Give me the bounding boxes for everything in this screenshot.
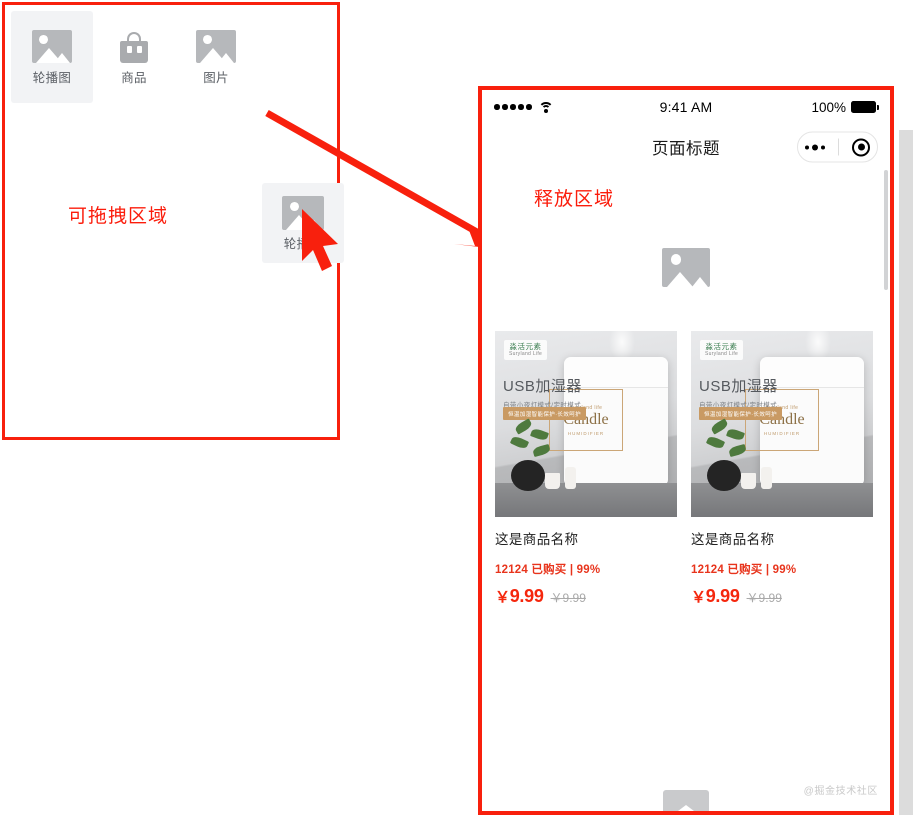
- goods-original-price: ￥9.99: [550, 591, 586, 605]
- leaf-icon: [529, 427, 550, 442]
- goods-card[interactable]: Suryland life Candle HUMIDIFIER 淼活元素 Sur…: [691, 331, 873, 607]
- goods-image: Suryland life Candle HUMIDIFIER 淼活元素 Sur…: [495, 331, 677, 517]
- leaf-icon: [725, 427, 746, 442]
- capsule-divider: [837, 138, 839, 156]
- goods-price: ￥9.99: [691, 586, 740, 607]
- goods-sales-meta: 12124 已购买 | 99%: [691, 564, 797, 576]
- goods-original-price: ￥9.99: [746, 591, 782, 605]
- more-dots-icon[interactable]: [804, 144, 825, 150]
- currency-symbol: ￥: [495, 589, 510, 606]
- dragging-ghost-carousel[interactable]: 轮播图: [262, 183, 344, 263]
- cup-decoration: [565, 467, 576, 489]
- phone-screen: 9:41 AM 100% 页面标题 释放区域 life HUMIDIFIER 淼…: [482, 90, 890, 811]
- brand-en-text: Suryland Life: [509, 350, 543, 357]
- goods-name: 这是商品名称: [495, 532, 579, 547]
- medallion-sub-text: HUMIDIFIER: [763, 430, 801, 436]
- banner-placeholder-slot[interactable]: [482, 219, 890, 315]
- screenshot-root: 轮播图 商品 图片 可拖拽区域 轮播图 9:41 AM 100% 页面标题 释放…: [0, 0, 913, 815]
- wechat-capsule-button[interactable]: [797, 131, 878, 163]
- plant-vase: [707, 460, 741, 491]
- status-bar-time: 9:41 AM: [659, 99, 713, 115]
- image-placeholder-icon: [196, 29, 236, 63]
- palette-item-label: 图片: [203, 70, 229, 85]
- battery-icon: [851, 101, 879, 113]
- image-title-text: USB加湿器: [503, 378, 582, 395]
- goods-image-brand: 淼活元素 Suryland Life: [504, 340, 548, 361]
- image-title-text: USB加湿器: [699, 378, 778, 395]
- palette-item-carousel[interactable]: 轮播图: [11, 11, 93, 103]
- drag-area-label: 可拖拽区域: [68, 206, 169, 227]
- price-value: 9.99: [705, 586, 740, 606]
- page-scrollbar[interactable]: [899, 130, 913, 815]
- currency-symbol: ￥: [691, 589, 706, 606]
- image-placeholder-icon: [282, 195, 324, 230]
- palette-item-label: 轮播图: [32, 70, 72, 85]
- image-tag-text: 恒温加湿智能保护·长效呵护: [503, 407, 587, 420]
- cup-decoration: [545, 473, 560, 489]
- component-palette: 轮播图 商品 图片: [11, 11, 257, 103]
- release-area-label: 释放区域: [534, 189, 615, 210]
- cup-decoration: [761, 467, 772, 489]
- leaf-icon: [532, 443, 551, 458]
- leaf-icon: [705, 434, 726, 451]
- shopping-bag-icon: [114, 30, 154, 63]
- nav-bar: 页面标题: [482, 124, 890, 170]
- goods-price: ￥9.99: [495, 586, 544, 607]
- image-placeholder-icon: [662, 247, 710, 287]
- goods-grid: Suryland life Candle HUMIDIFIER 淼活元素 Sur…: [482, 331, 890, 607]
- status-bar: 9:41 AM 100%: [482, 90, 890, 124]
- palette-item-image[interactable]: 图片: [175, 11, 257, 103]
- image-placeholder-icon: [663, 790, 709, 811]
- goods-price-row: ￥9.99 ￥9.99: [495, 586, 677, 607]
- palette-item-label: 商品: [121, 70, 147, 85]
- image-placeholder-icon: [32, 29, 72, 63]
- bottom-placeholder-slot[interactable]: [482, 785, 890, 811]
- goods-image: Suryland life Candle HUMIDIFIER 淼活元素 Sur…: [691, 331, 873, 517]
- leaf-icon: [728, 443, 747, 458]
- price-value: 9.99: [509, 586, 544, 606]
- palette-item-goods[interactable]: 商品: [93, 11, 175, 103]
- medallion-sub-text: HUMIDIFIER: [567, 430, 605, 436]
- dragging-ghost-label: 轮播图: [283, 236, 323, 251]
- draggable-source-panel[interactable]: 轮播图 商品 图片 可拖拽区域 轮播图: [2, 2, 344, 440]
- goods-name: 这是商品名称: [691, 532, 775, 547]
- goods-sales-meta: 12124 已购买 | 99%: [495, 564, 601, 576]
- leaf-icon: [509, 434, 530, 451]
- plant-vase: [511, 460, 545, 491]
- drop-target-preview-panel[interactable]: 9:41 AM 100% 页面标题 释放区域 life HUMIDIFIER 淼…: [478, 86, 894, 815]
- goods-card[interactable]: Suryland life Candle HUMIDIFIER 淼活元素 Sur…: [495, 331, 677, 607]
- goods-price-row: ￥9.99 ￥9.99: [691, 586, 873, 607]
- cup-decoration: [741, 473, 756, 489]
- page-title: 页面标题: [652, 140, 720, 158]
- image-tag-text: 恒温加湿智能保护·长效呵护: [699, 407, 783, 420]
- goods-image-title: USB加湿器 自带小夜灯模式/定时模式: [503, 375, 582, 409]
- preview-scrollbar[interactable]: [884, 170, 888, 290]
- target-circle-icon[interactable]: [852, 138, 871, 156]
- goods-image-brand: 淼活元素 Suryland Life: [700, 340, 744, 361]
- brand-en-text: Suryland Life: [705, 350, 739, 357]
- goods-image-title: USB加湿器 自带小夜灯模式/定时模式: [699, 375, 778, 409]
